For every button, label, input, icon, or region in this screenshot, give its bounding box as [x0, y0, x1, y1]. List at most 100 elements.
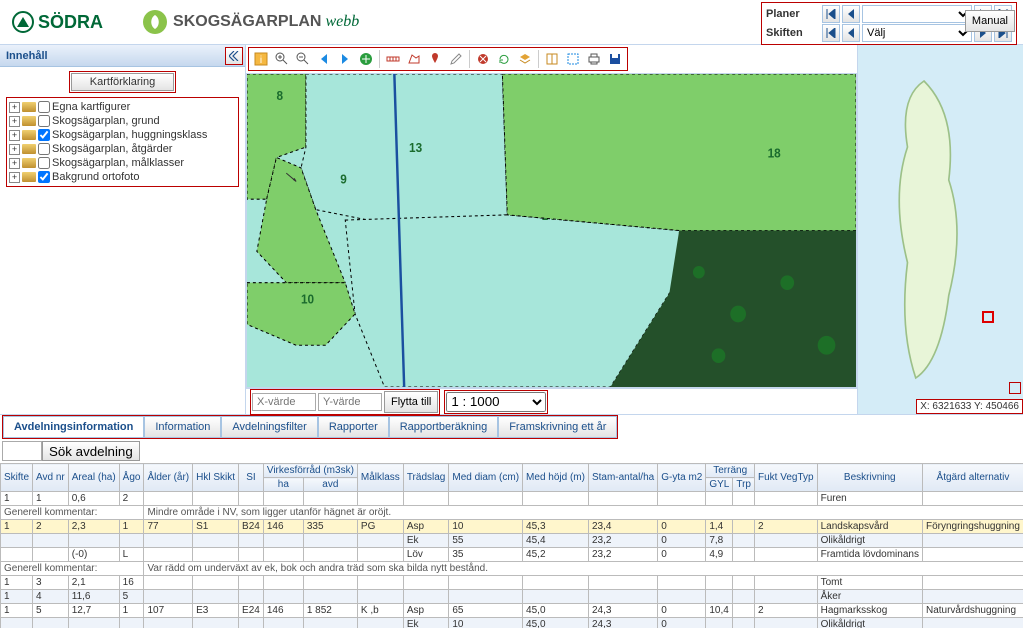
col-malklass[interactable]: Målklass	[357, 464, 403, 492]
refresh-button[interactable]	[494, 49, 514, 69]
save-button[interactable]	[605, 49, 625, 69]
col-ago[interactable]: Ågo	[119, 464, 144, 492]
cell-si	[239, 548, 264, 562]
table-row[interactable]: 1512,71107E3E241461 852K ,bAsp6545,024,3…	[1, 604, 1023, 618]
table-row[interactable]: Generell kommentar:Mindre område i NV, s…	[1, 506, 1023, 520]
tab-2[interactable]: Avdelningsfilter	[221, 416, 317, 438]
forward-button[interactable]	[335, 49, 355, 69]
layer-checkbox[interactable]	[38, 157, 50, 169]
layer-checkbox[interactable]	[38, 171, 50, 183]
y-input[interactable]	[318, 393, 382, 411]
cell-skifte	[1, 548, 33, 562]
map-canvas[interactable]: 8 13 9 14 10 18	[246, 73, 857, 388]
table-row[interactable]: Generell kommentar:Var rädd om underväxt…	[1, 562, 1023, 576]
table-row[interactable]: (-0)LLöv3545,223,204,9Framtida lövdomina…	[1, 548, 1023, 562]
search-button[interactable]: Sök avdelning	[42, 441, 140, 461]
search-input[interactable]	[2, 441, 42, 461]
table-row[interactable]: 132,116Tomt	[1, 576, 1023, 590]
layer-item[interactable]: +Skogsägarplan, målklasser	[9, 156, 236, 170]
table-row[interactable]: Ek5545,423,207,8Olikåldrigt	[1, 534, 1023, 548]
layer-item[interactable]: +Skogsägarplan, huggningsklass	[9, 128, 236, 142]
expand-icon[interactable]: +	[9, 172, 20, 183]
layer-checkbox[interactable]	[38, 129, 50, 141]
col-skifte[interactable]: Skifte	[1, 464, 33, 492]
col-stam[interactable]: Stam-antal/ha	[588, 464, 657, 492]
cell-gyl: 4,9	[706, 548, 733, 562]
delete-button[interactable]	[473, 49, 493, 69]
expand-icon[interactable]: +	[9, 116, 20, 127]
col-alder[interactable]: Ålder (år)	[144, 464, 193, 492]
col-gyta[interactable]: G-yta m2	[658, 464, 706, 492]
move-to-button[interactable]: Flytta till	[384, 391, 438, 413]
col-medhojd[interactable]: Med höjd (m)	[523, 464, 589, 492]
layer-checkbox[interactable]	[38, 143, 50, 155]
planer-prev-button[interactable]	[842, 5, 860, 23]
grid-scroll[interactable]: Skifte Avd nr Areal (ha) Ågo Ålder (år) …	[0, 463, 1023, 628]
overview-map[interactable]: X: 6321633 Y: 450466	[857, 45, 1023, 414]
layers-button[interactable]	[515, 49, 535, 69]
expand-icon[interactable]: +	[9, 102, 20, 113]
layer-checkbox[interactable]	[38, 115, 50, 127]
col-fukt[interactable]: Fukt VegTyp	[755, 464, 818, 492]
cell-trp	[733, 492, 755, 506]
layer-item[interactable]: +Egna kartfigurer	[9, 100, 236, 114]
col-gyl[interactable]: GYL	[706, 478, 733, 492]
overview-resize-handle[interactable]	[1009, 382, 1021, 394]
table-row[interactable]: 122,3177S1B24146335PGAsp1045,323,401,42L…	[1, 520, 1023, 534]
col-avd[interactable]: avd	[303, 478, 357, 492]
zoom-in-button[interactable]	[272, 49, 292, 69]
parcel-button[interactable]	[542, 49, 562, 69]
col-meddiam[interactable]: Med diam (cm)	[449, 464, 523, 492]
expand-icon[interactable]: +	[9, 130, 20, 141]
expand-icon[interactable]: +	[9, 144, 20, 155]
tab-0[interactable]: Avdelningsinformation	[3, 416, 144, 438]
planer-first-button[interactable]	[822, 5, 840, 23]
col-avdnr[interactable]: Avd nr	[33, 464, 69, 492]
back-button[interactable]	[314, 49, 334, 69]
skiften-first-button[interactable]	[822, 24, 840, 42]
select-button[interactable]	[563, 49, 583, 69]
collapse-left-button[interactable]	[225, 47, 243, 65]
layer-item[interactable]: +Skogsägarplan, grund	[9, 114, 236, 128]
col-beskrivning[interactable]: Beskrivning	[817, 464, 922, 492]
tab-1[interactable]: Information	[144, 416, 221, 438]
tab-5[interactable]: Framskrivning ett år	[498, 416, 617, 438]
layer-checkbox[interactable]	[38, 101, 50, 113]
cell-ha	[263, 618, 303, 629]
info-button[interactable]: i	[251, 49, 271, 69]
cell-hkl	[193, 576, 239, 590]
x-input[interactable]	[252, 393, 316, 411]
full-extent-button[interactable]	[356, 49, 376, 69]
col-si[interactable]: SI	[239, 464, 264, 492]
tab-3[interactable]: Rapporter	[318, 416, 389, 438]
print-button[interactable]	[584, 49, 604, 69]
manual-button[interactable]: Manual	[965, 10, 1015, 32]
layer-item[interactable]: +Skogsägarplan, åtgärder	[9, 142, 236, 156]
skiften-prev-button[interactable]	[842, 24, 860, 42]
col-terrang[interactable]: Terräng	[706, 464, 755, 478]
ruler-button[interactable]	[383, 49, 403, 69]
skiften-select[interactable]: Välj	[862, 24, 972, 42]
tab-4[interactable]: Rapportberäkning	[389, 416, 498, 438]
table-row[interactable]: Ek1045,024,30Olikåldrigt	[1, 618, 1023, 629]
horizontal-scrollbar[interactable]	[0, 628, 1023, 644]
legend-button[interactable]: Kartförklaring	[71, 73, 174, 91]
table-row[interactable]: 1411,65Åker	[1, 590, 1023, 604]
col-areal[interactable]: Areal (ha)	[68, 464, 119, 492]
col-hkl[interactable]: Hkl Skikt	[193, 464, 239, 492]
col-ha[interactable]: ha	[263, 478, 303, 492]
layer-item[interactable]: +Bakgrund ortofoto	[9, 170, 236, 184]
pencil-button[interactable]	[446, 49, 466, 69]
col-atgard[interactable]: Åtgärd alternativ	[922, 464, 1023, 492]
cell-meddiam: 35	[449, 548, 523, 562]
table-row[interactable]: 110,62Furen	[1, 492, 1023, 506]
expand-icon[interactable]: +	[9, 158, 20, 169]
col-tradslag[interactable]: Trädslag	[403, 464, 449, 492]
scale-select[interactable]: 1 : 1000	[446, 392, 546, 412]
col-virke[interactable]: Virkesförråd (m3sk)	[263, 464, 357, 478]
zoom-out-button[interactable]	[293, 49, 313, 69]
area-button[interactable]	[404, 49, 424, 69]
pin-button[interactable]	[425, 49, 445, 69]
col-trp[interactable]: Trp	[733, 478, 755, 492]
planer-select[interactable]	[862, 5, 972, 23]
